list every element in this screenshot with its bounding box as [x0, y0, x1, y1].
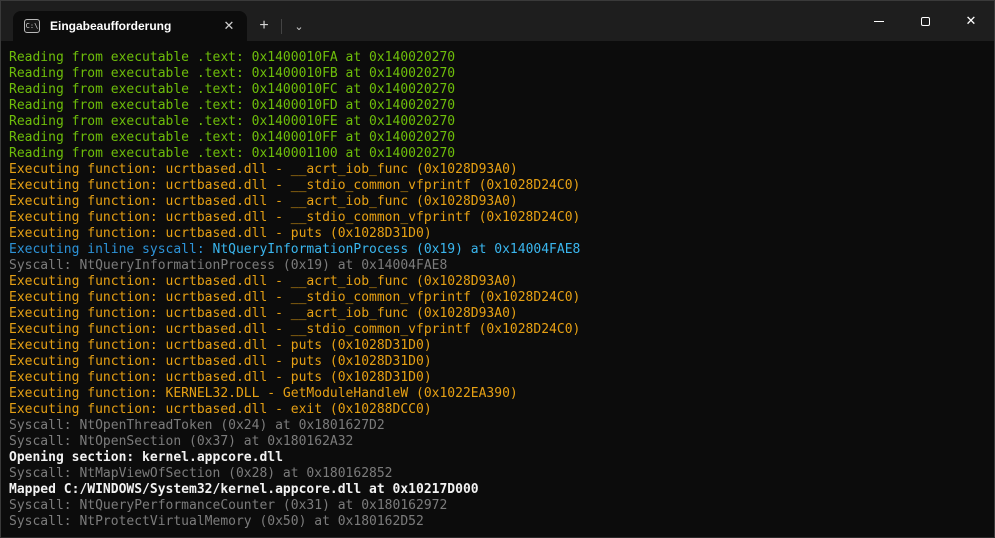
- plus-icon: +: [259, 17, 268, 35]
- tab-eingabeaufforderung[interactable]: C:\ Eingabeaufforderung ✕: [13, 11, 247, 41]
- terminal-line: Reading from executable .text: 0x1400010…: [9, 130, 986, 146]
- terminal-line: Executing function: ucrtbased.dll - __st…: [9, 322, 986, 338]
- terminal-line: Executing function: ucrtbased.dll - __ac…: [9, 274, 986, 290]
- terminal-line: Reading from executable .text: 0x1400010…: [9, 114, 986, 130]
- minimize-button[interactable]: [856, 1, 902, 41]
- close-window-button[interactable]: ✕: [948, 1, 994, 41]
- maximize-button[interactable]: [902, 1, 948, 41]
- title-bar[interactable]: C:\ Eingabeaufforderung ✕ + ⌄ ✕: [1, 1, 994, 41]
- terminal-output[interactable]: Reading from executable .text: 0x1400010…: [1, 41, 994, 537]
- new-tab-button[interactable]: +: [247, 11, 281, 41]
- tab-close-button[interactable]: ✕: [217, 14, 241, 38]
- terminal-line: Reading from executable .text: 0x1400010…: [9, 50, 986, 66]
- terminal-line: Executing function: ucrtbased.dll - __st…: [9, 178, 986, 194]
- terminal-line: Reading from executable .text: 0x1400010…: [9, 82, 986, 98]
- terminal-line: Executing function: ucrtbased.dll - puts…: [9, 370, 986, 386]
- window-controls: ✕: [856, 1, 994, 41]
- terminal-line: Executing inline syscall: NtQueryInforma…: [9, 242, 986, 258]
- chevron-down-icon: ⌄: [294, 20, 303, 33]
- close-icon: ✕: [224, 18, 235, 34]
- terminal-line: Reading from executable .text: 0x1400011…: [9, 146, 986, 162]
- minimize-icon: [874, 21, 884, 22]
- terminal-line: Executing function: ucrtbased.dll - puts…: [9, 226, 986, 242]
- terminal-line: Reading from executable .text: 0x1400010…: [9, 98, 986, 114]
- tab-dropdown-button[interactable]: ⌄: [282, 11, 316, 41]
- terminal-line: Mapped C:/WINDOWS/System32/kernel.appcor…: [9, 482, 986, 498]
- maximize-icon: [921, 17, 930, 26]
- tab-title: Eingabeaufforderung: [50, 19, 217, 33]
- terminal-line: Syscall: NtOpenSection (0x37) at 0x18016…: [9, 434, 986, 450]
- terminal-line: Reading from executable .text: 0x1400010…: [9, 66, 986, 82]
- terminal-line: Executing function: ucrtbased.dll - __ac…: [9, 162, 986, 178]
- terminal-line: Executing function: KERNEL32.DLL - GetMo…: [9, 386, 986, 402]
- terminal-line: Executing function: ucrtbased.dll - exit…: [9, 402, 986, 418]
- terminal-line: Syscall: NtMapViewOfSection (0x28) at 0x…: [9, 466, 986, 482]
- terminal-window: C:\ Eingabeaufforderung ✕ + ⌄ ✕ Rea: [0, 0, 995, 538]
- terminal-line: Syscall: NtOpenThreadToken (0x24) at 0x1…: [9, 418, 986, 434]
- cmd-prompt-icon: C:\: [24, 19, 40, 33]
- close-icon: ✕: [966, 14, 977, 29]
- terminal-line: Executing function: ucrtbased.dll - __ac…: [9, 194, 986, 210]
- terminal-line: Syscall: NtProtectVirtualMemory (0x50) a…: [9, 514, 986, 530]
- terminal-line: Executing function: ucrtbased.dll - puts…: [9, 354, 986, 370]
- terminal-line: Executing function: ucrtbased.dll - __st…: [9, 210, 986, 226]
- terminal-line: Opening section: kernel.appcore.dll: [9, 450, 986, 466]
- terminal-line: Executing function: ucrtbased.dll - __ac…: [9, 306, 986, 322]
- terminal-line: Syscall: NtQueryPerformanceCounter (0x31…: [9, 498, 986, 514]
- terminal-line: Executing function: ucrtbased.dll - puts…: [9, 338, 986, 354]
- terminal-line: Executing function: ucrtbased.dll - __st…: [9, 290, 986, 306]
- terminal-line: Syscall: NtQueryInformationProcess (0x19…: [9, 258, 986, 274]
